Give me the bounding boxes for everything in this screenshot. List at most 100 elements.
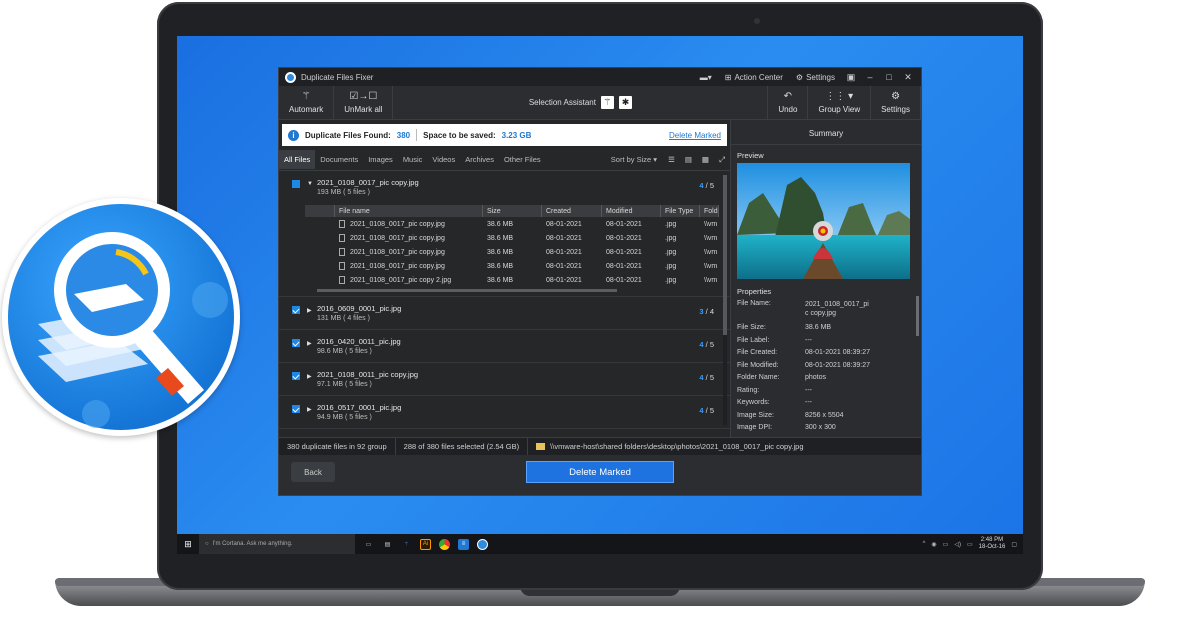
chrome-icon[interactable] [439,538,450,550]
col-size[interactable]: Size [483,205,542,217]
file-icon [339,248,345,256]
minimize-button[interactable]: – [863,72,877,82]
property-row: Image DPI: 300 x 300 [731,424,921,437]
automark-label: Automark [289,104,324,114]
keyboard-icon[interactable]: ▭ [967,541,973,548]
group-total: 4 [709,307,714,316]
delete-marked-button[interactable]: Delete Marked [526,461,674,483]
settings-menu-button[interactable]: ⚙ Settings [792,73,839,82]
prop-value: 2021_0108_0017_pi c copy.jpg [805,301,869,317]
table-row[interactable]: 2021_0108_0017_pic copy.jpg 38.6 MB 08-0… [305,245,719,259]
table-row[interactable]: 2021_0108_0017_pic copy.jpg 38.6 MB 08-0… [305,259,719,273]
scroll-thumb[interactable] [723,175,727,335]
unmark-all-button[interactable]: ☑→☐ UnMark all [334,86,394,119]
table-row[interactable]: 2021_0108_0017_pic copy 2.jpg 38.6 MB 08… [305,273,719,287]
cell-folder: \\vm [704,262,718,270]
prop-key: File Label: [737,336,770,344]
cell-size: 38.6 MB [487,276,514,284]
group-row[interactable]: ▶ 2016_0609_0001_pic.jpg 131 MB ( 4 file… [279,297,730,330]
group-total: 5 [709,340,714,349]
group-checkbox[interactable] [292,339,300,347]
expand-arrow-icon[interactable]: ▶ [307,340,312,347]
bottom-bar: Back Delete Marked [279,455,921,491]
language-flag-icon[interactable]: ▬▾ [696,73,716,82]
folder-icon [536,443,546,450]
close-button[interactable]: ✕ [901,72,915,83]
notifications-icon[interactable]: ▢ [1011,541,1017,548]
table-row[interactable]: 2021_0108_0017_pic copy.jpg 38.6 MB 08-0… [305,231,719,245]
magnifier-logo-icon [38,232,228,428]
expand-icon[interactable]: ⤢ [714,155,730,165]
tab-all-files[interactable]: All Files [279,150,316,169]
grid-view-icon[interactable]: ▦ [697,155,714,164]
group-checkbox[interactable] [292,180,300,188]
windows-start-icon[interactable]: ⊞ [177,539,199,550]
found-value: 380 [396,130,411,140]
app-blue-icon[interactable]: ≡ [458,538,469,550]
undo-button[interactable]: ↶ Undo [768,86,809,119]
app-badge-inner [8,204,234,430]
group-checkbox[interactable] [292,306,300,314]
group-marked: 4 [699,340,704,349]
list-view-icon[interactable]: ☰ [663,155,680,164]
group-count: 4 / 5 [699,406,714,415]
prop-value: 38.6 MB [805,324,832,331]
prop-value: photos [805,374,827,381]
horizontal-scrollbar[interactable] [317,289,617,292]
expand-arrow-icon[interactable]: ▶ [307,307,312,314]
file-explorer-icon[interactable]: ▤ [382,539,393,550]
expand-arrow-icon[interactable]: ▶ [307,406,312,413]
app-pin-icon[interactable]: ⚚ [401,539,412,550]
tools-icon[interactable]: ✱ [618,96,632,109]
delete-marked-link[interactable]: Delete Marked [669,131,721,140]
maximize-button[interactable]: □ [882,72,896,82]
prop-key: Image Size: [737,411,774,419]
group-row[interactable]: ▶ 2016_0420_0011_pic.jpg 98.6 MB ( 5 fil… [279,330,730,363]
tab-other-files[interactable]: Other Files [499,150,546,169]
group-name: 2016_0517_0001_pic.jpg [317,403,402,412]
sort-dropdown[interactable]: Sort by Size ▾ [605,155,663,164]
settings-button[interactable]: ⚙ Settings [871,86,921,119]
group-row[interactable]: ▼ 2021_0108_0017_pic copy.jpg 193 MB ( 5… [279,171,730,297]
tab-music[interactable]: Music [398,150,428,169]
automark-button[interactable]: ⚚ Automark [279,86,335,119]
file-icon [339,262,345,270]
cortana-search[interactable]: ○ I'm Cortana. Ask me anything. [199,534,355,554]
network-icon[interactable]: ▭ [943,541,949,548]
group-checkbox[interactable] [292,405,300,413]
detail-view-icon[interactable]: ▤ [680,155,697,164]
volume-icon[interactable]: ◁) [954,541,961,548]
col-created[interactable]: Created [542,205,602,217]
col-file-type[interactable]: File Type [661,205,700,217]
group-row[interactable]: ▶ 2021_0108_0011_pic copy.jpg 97.1 MB ( … [279,363,730,396]
col-modified[interactable]: Modified [602,205,661,217]
group-row[interactable]: ▶ 2016_0517_0001_pic.jpg 94.9 MB ( 5 fil… [279,396,730,429]
register-icon[interactable]: ▣ [844,72,858,83]
tab-images[interactable]: Images [363,150,398,169]
tab-archives[interactable]: Archives [460,150,499,169]
expand-arrow-icon[interactable]: ▶ [307,373,312,380]
tray-chevron-icon[interactable]: ^ [923,541,926,547]
table-row[interactable]: 2021_0108_0017_pic copy.jpg 38.6 MB 08-0… [305,217,719,231]
wand-select-icon[interactable]: ⚚ [600,96,614,109]
back-button[interactable]: Back [291,462,335,482]
action-center-button[interactable]: ⊞ Action Center [721,73,787,82]
group-size: 98.6 MB ( 5 files ) [317,348,372,355]
col-folder[interactable]: Folde [700,205,719,217]
group-checkbox[interactable] [292,372,300,380]
properties-scrollbar[interactable] [916,296,919,336]
col-file-name[interactable]: File name [335,205,483,217]
illustrator-icon[interactable]: Ai [420,538,431,550]
settings-label: Settings [881,104,910,114]
file-icon [339,234,345,242]
tab-documents[interactable]: Documents [315,150,363,169]
collapse-arrow-icon[interactable]: ▼ [307,181,313,187]
group-view-button[interactable]: ⋮⋮ ▾ Group View [808,86,872,119]
vertical-scrollbar[interactable] [723,175,727,425]
taskbar-clock[interactable]: 2:48 PM 18-Oct-16 [979,537,1006,551]
tab-videos[interactable]: Videos [427,150,460,169]
status-path-text: \\vmware-host\shared folders\desktop\pho… [550,442,804,451]
tray-app-icon[interactable]: ◉ [931,541,936,548]
task-view-icon[interactable]: ▭ [363,539,374,550]
duplicate-files-fixer-taskbar-icon[interactable] [477,538,488,550]
